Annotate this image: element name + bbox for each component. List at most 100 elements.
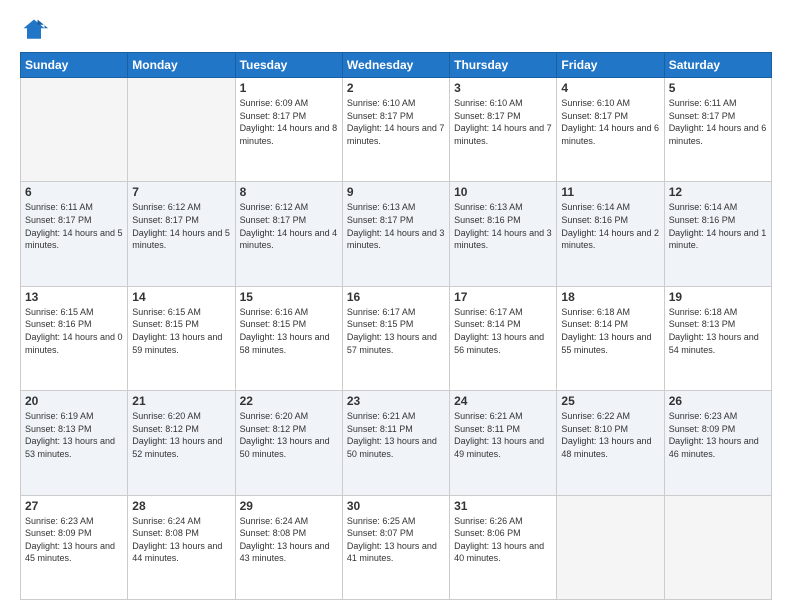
calendar-cell: 9Sunrise: 6:13 AMSunset: 8:17 PMDaylight… xyxy=(342,182,449,286)
day-number: 11 xyxy=(561,185,659,199)
day-info: Sunrise: 6:14 AMSunset: 8:16 PMDaylight:… xyxy=(561,201,659,251)
day-number: 5 xyxy=(669,81,767,95)
calendar-cell: 27 Sunrise: 6:23 AMSunset: 8:09 PMDayligh… xyxy=(21,495,128,599)
day-info: Sunrise: 6:24 AMSunset: 8:08 PMDaylight:… xyxy=(132,515,230,565)
day-info: Sunrise: 6:14 AMSunset: 8:16 PMDaylight:… xyxy=(669,201,767,251)
day-number: 13 xyxy=(25,290,123,304)
day-info: Sunrise: 6:09 AMSunset: 8:17 PMDaylight:… xyxy=(240,97,338,147)
day-info: Sunrise: 6:18 AMSunset: 8:14 PMDaylight:… xyxy=(561,306,659,356)
calendar-cell: 21 Sunrise: 6:20 AMSunset: 8:12 PMDayligh… xyxy=(128,391,235,495)
day-number: 17 xyxy=(454,290,552,304)
day-number: 1 xyxy=(240,81,338,95)
day-info: Sunrise: 6:22 AMSunset: 8:10 PMDaylight:… xyxy=(561,410,659,460)
day-info: Sunrise: 6:17 AMSunset: 8:15 PMDaylight:… xyxy=(347,306,445,356)
day-info: Sunrise: 6:21 AMSunset: 8:11 PMDaylight:… xyxy=(347,410,445,460)
calendar-cell: 17 Sunrise: 6:17 AMSunset: 8:14 PMDayligh… xyxy=(450,286,557,390)
day-info: Sunrise: 6:25 AMSunset: 8:07 PMDaylight:… xyxy=(347,515,445,565)
day-number: 18 xyxy=(561,290,659,304)
header-day-sunday: Sunday xyxy=(21,53,128,78)
day-number: 7 xyxy=(132,185,230,199)
calendar-cell xyxy=(557,495,664,599)
calendar-cell: 28 Sunrise: 6:24 AMSunset: 8:08 PMDayligh… xyxy=(128,495,235,599)
day-number: 2 xyxy=(347,81,445,95)
day-number: 3 xyxy=(454,81,552,95)
calendar-cell: 24 Sunrise: 6:21 AMSunset: 8:11 PMDayligh… xyxy=(450,391,557,495)
calendar-header: SundayMondayTuesdayWednesdayThursdayFrid… xyxy=(21,53,772,78)
day-number: 27 xyxy=(25,499,123,513)
calendar-cell: 25 Sunrise: 6:22 AMSunset: 8:10 PMDayligh… xyxy=(557,391,664,495)
week-row-3: 20 Sunrise: 6:19 AMSunset: 8:13 PMDayligh… xyxy=(21,391,772,495)
day-info: Sunrise: 6:23 AMSunset: 8:09 PMDaylight:… xyxy=(25,515,123,565)
day-info: Sunrise: 6:12 AMSunset: 8:17 PMDaylight:… xyxy=(132,201,230,251)
day-info: Sunrise: 6:17 AMSunset: 8:14 PMDaylight:… xyxy=(454,306,552,356)
calendar-cell: 12 Sunrise: 6:14 AMSunset: 8:16 PMDayligh… xyxy=(664,182,771,286)
calendar-cell: 15 Sunrise: 6:16 AMSunset: 8:15 PMDayligh… xyxy=(235,286,342,390)
day-number: 19 xyxy=(669,290,767,304)
day-number: 30 xyxy=(347,499,445,513)
page: SundayMondayTuesdayWednesdayThursdayFrid… xyxy=(0,0,792,612)
day-info: Sunrise: 6:13 AMSunset: 8:17 PMDaylight:… xyxy=(347,201,445,251)
calendar-cell: 8 Sunrise: 6:12 AMSunset: 8:17 PMDaylight… xyxy=(235,182,342,286)
day-number: 15 xyxy=(240,290,338,304)
day-number: 25 xyxy=(561,394,659,408)
day-number: 4 xyxy=(561,81,659,95)
day-number: 8 xyxy=(240,185,338,199)
week-row-0: 1 Sunrise: 6:09 AMSunset: 8:17 PMDaylight… xyxy=(21,78,772,182)
day-info: Sunrise: 6:18 AMSunset: 8:13 PMDaylight:… xyxy=(669,306,767,356)
day-info: Sunrise: 6:13 AMSunset: 8:16 PMDaylight:… xyxy=(454,201,552,251)
day-number: 31 xyxy=(454,499,552,513)
calendar-cell xyxy=(21,78,128,182)
day-info: Sunrise: 6:15 AMSunset: 8:16 PMDaylight:… xyxy=(25,306,123,356)
day-number: 21 xyxy=(132,394,230,408)
day-info: Sunrise: 6:10 AMSunset: 8:17 PMDaylight:… xyxy=(561,97,659,147)
calendar-cell: 31 Sunrise: 6:26 AMSunset: 8:06 PMDayligh… xyxy=(450,495,557,599)
day-number: 28 xyxy=(132,499,230,513)
week-row-1: 6Sunrise: 6:11 AMSunset: 8:17 PMDaylight… xyxy=(21,182,772,286)
calendar-cell: 23 Sunrise: 6:21 AMSunset: 8:11 PMDayligh… xyxy=(342,391,449,495)
logo-icon xyxy=(20,16,48,44)
day-number: 26 xyxy=(669,394,767,408)
day-info: Sunrise: 6:10 AMSunset: 8:17 PMDaylight:… xyxy=(454,97,552,147)
day-info: Sunrise: 6:20 AMSunset: 8:12 PMDaylight:… xyxy=(132,410,230,460)
header-day-tuesday: Tuesday xyxy=(235,53,342,78)
week-row-4: 27 Sunrise: 6:23 AMSunset: 8:09 PMDayligh… xyxy=(21,495,772,599)
day-info: Sunrise: 6:21 AMSunset: 8:11 PMDaylight:… xyxy=(454,410,552,460)
header xyxy=(20,16,772,44)
calendar-cell: 18 Sunrise: 6:18 AMSunset: 8:14 PMDayligh… xyxy=(557,286,664,390)
day-number: 22 xyxy=(240,394,338,408)
calendar-cell: 14Sunrise: 6:15 AMSunset: 8:15 PMDayligh… xyxy=(128,286,235,390)
header-day-friday: Friday xyxy=(557,53,664,78)
day-number: 23 xyxy=(347,394,445,408)
day-number: 29 xyxy=(240,499,338,513)
calendar-cell: 11 Sunrise: 6:14 AMSunset: 8:16 PMDayligh… xyxy=(557,182,664,286)
day-info: Sunrise: 6:20 AMSunset: 8:12 PMDaylight:… xyxy=(240,410,338,460)
calendar-cell: 16 Sunrise: 6:17 AMSunset: 8:15 PMDayligh… xyxy=(342,286,449,390)
calendar-cell xyxy=(664,495,771,599)
day-info: Sunrise: 6:11 AMSunset: 8:17 PMDaylight:… xyxy=(25,201,123,251)
day-info: Sunrise: 6:26 AMSunset: 8:06 PMDaylight:… xyxy=(454,515,552,565)
header-day-monday: Monday xyxy=(128,53,235,78)
header-day-thursday: Thursday xyxy=(450,53,557,78)
day-info: Sunrise: 6:23 AMSunset: 8:09 PMDaylight:… xyxy=(669,410,767,460)
calendar-table: SundayMondayTuesdayWednesdayThursdayFrid… xyxy=(20,52,772,600)
calendar-cell: 4 Sunrise: 6:10 AMSunset: 8:17 PMDaylight… xyxy=(557,78,664,182)
day-info: Sunrise: 6:16 AMSunset: 8:15 PMDaylight:… xyxy=(240,306,338,356)
day-number: 16 xyxy=(347,290,445,304)
calendar-cell: 7 Sunrise: 6:12 AMSunset: 8:17 PMDaylight… xyxy=(128,182,235,286)
calendar-cell: 5Sunrise: 6:11 AMSunset: 8:17 PMDaylight… xyxy=(664,78,771,182)
calendar-cell xyxy=(128,78,235,182)
day-number: 20 xyxy=(25,394,123,408)
day-number: 24 xyxy=(454,394,552,408)
day-info: Sunrise: 6:19 AMSunset: 8:13 PMDaylight:… xyxy=(25,410,123,460)
header-row: SundayMondayTuesdayWednesdayThursdayFrid… xyxy=(21,53,772,78)
calendar-cell: 2Sunrise: 6:10 AMSunset: 8:17 PMDaylight… xyxy=(342,78,449,182)
calendar-cell: 26 Sunrise: 6:23 AMSunset: 8:09 PMDayligh… xyxy=(664,391,771,495)
day-number: 12 xyxy=(669,185,767,199)
day-number: 14 xyxy=(132,290,230,304)
header-day-saturday: Saturday xyxy=(664,53,771,78)
calendar-cell: 20 Sunrise: 6:19 AMSunset: 8:13 PMDayligh… xyxy=(21,391,128,495)
day-info: Sunrise: 6:12 AMSunset: 8:17 PMDaylight:… xyxy=(240,201,338,251)
calendar-cell: 19 Sunrise: 6:18 AMSunset: 8:13 PMDayligh… xyxy=(664,286,771,390)
calendar-cell: 1 Sunrise: 6:09 AMSunset: 8:17 PMDaylight… xyxy=(235,78,342,182)
calendar-cell: 29Sunrise: 6:24 AMSunset: 8:08 PMDayligh… xyxy=(235,495,342,599)
